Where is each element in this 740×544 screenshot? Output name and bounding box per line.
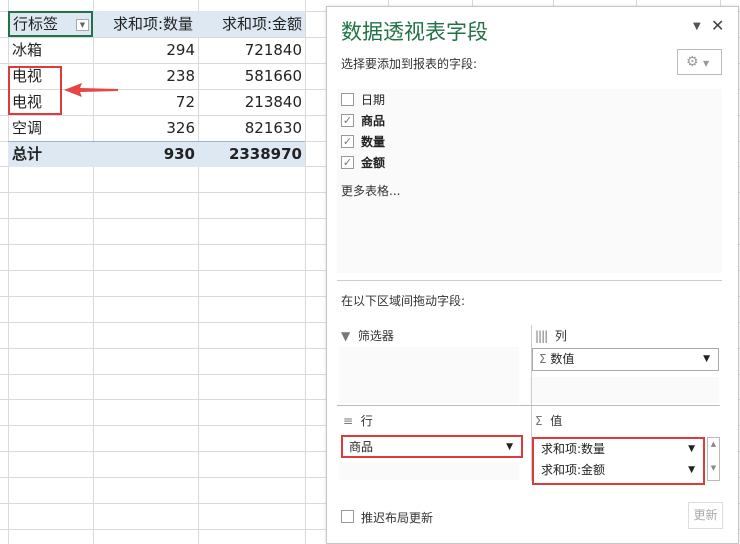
rows-area[interactable]: ≡ 行 bbox=[343, 412, 373, 429]
pivot-row-amount: 721840 bbox=[244, 41, 302, 59]
settings-button[interactable]: ⚙ ▼ bbox=[677, 49, 722, 75]
total-label: 总计 bbox=[12, 145, 43, 163]
defer-update-checkbox[interactable] bbox=[341, 510, 354, 523]
pivot-row-amount: 213840 bbox=[244, 93, 302, 111]
pivot-row-qty: 294 bbox=[166, 41, 195, 59]
close-icon[interactable]: ✕ bbox=[711, 16, 724, 35]
field-label: 日期 bbox=[361, 93, 386, 107]
header-amount: 求和项:金额 bbox=[221, 15, 302, 33]
values-item-qty[interactable]: 求和项:数量 ▼ bbox=[535, 439, 703, 462]
highlight-box bbox=[8, 66, 62, 115]
sigma-icon: Σ bbox=[539, 352, 547, 366]
filter-area[interactable]: ▼ 筛选器 bbox=[341, 327, 394, 344]
field-label: 数量 bbox=[361, 135, 386, 149]
panel-title: 数据透视表字段 bbox=[341, 20, 488, 44]
choose-fields-label: 选择要添加到报表的字段: bbox=[341, 57, 478, 71]
columns-area[interactable]: |||| 列 bbox=[535, 327, 567, 344]
columns-icon: |||| bbox=[535, 329, 548, 343]
rows-icon: ≡ bbox=[343, 414, 354, 428]
filter-dropdown-icon[interactable]: ▼ bbox=[76, 19, 89, 31]
dropdown-icon[interactable]: ▼ bbox=[688, 439, 695, 460]
values-scrollbar[interactable]: ▲ ▼ bbox=[707, 437, 720, 481]
sigma-icon: Σ bbox=[535, 414, 543, 428]
rows-item-product[interactable]: 商品 ▼ bbox=[341, 435, 523, 458]
defer-update-label: 推迟布局更新 bbox=[361, 511, 434, 525]
filter-icon: ▼ bbox=[341, 329, 351, 343]
pivot-row-label: 冰箱 bbox=[12, 41, 43, 59]
values-area[interactable]: Σ 值 bbox=[535, 412, 562, 429]
drag-fields-label: 在以下区域间拖动字段: bbox=[341, 294, 466, 308]
pivot-row-amount: 581660 bbox=[244, 67, 302, 85]
panel-menu-icon[interactable]: ▼ bbox=[693, 21, 701, 32]
field-label: 商品 bbox=[361, 114, 386, 128]
field-checkbox[interactable]: ✓ bbox=[341, 135, 354, 148]
total-qty: 930 bbox=[163, 145, 195, 163]
field-label: 金额 bbox=[361, 156, 386, 170]
total-amount: 2338970 bbox=[228, 145, 302, 163]
pivot-row-amount: 821630 bbox=[244, 119, 302, 137]
gear-icon: ⚙ bbox=[686, 54, 699, 70]
update-button[interactable]: 更新 bbox=[688, 502, 723, 529]
field-checkbox[interactable] bbox=[341, 93, 354, 106]
header-qty: 求和项:数量 bbox=[112, 15, 193, 33]
values-item-amount[interactable]: 求和项:金额 ▼ bbox=[535, 460, 703, 483]
dropdown-icon[interactable]: ▼ bbox=[703, 349, 710, 370]
columns-item-values[interactable]: Σ 数值 ▼ bbox=[532, 348, 719, 371]
field-checkbox[interactable]: ✓ bbox=[341, 114, 354, 127]
pivot-row-qty: 326 bbox=[166, 119, 195, 137]
dropdown-icon[interactable]: ▼ bbox=[506, 437, 513, 458]
field-checkbox[interactable]: ✓ bbox=[341, 156, 354, 169]
arrow-icon bbox=[64, 83, 118, 97]
pivot-row-label: 空调 bbox=[12, 119, 43, 137]
dropdown-icon[interactable]: ▼ bbox=[688, 460, 695, 481]
more-tables-link[interactable]: 更多表格... bbox=[341, 182, 400, 199]
pivot-field-panel: 数据透视表字段 ▼ ✕ 选择要添加到报表的字段: ⚙ ▼ 日期 ✓ 商品 ✓ 数量 ✓ 金额… bbox=[326, 6, 739, 544]
row-labels-header[interactable]: 行标签 ▼ bbox=[8, 11, 93, 37]
